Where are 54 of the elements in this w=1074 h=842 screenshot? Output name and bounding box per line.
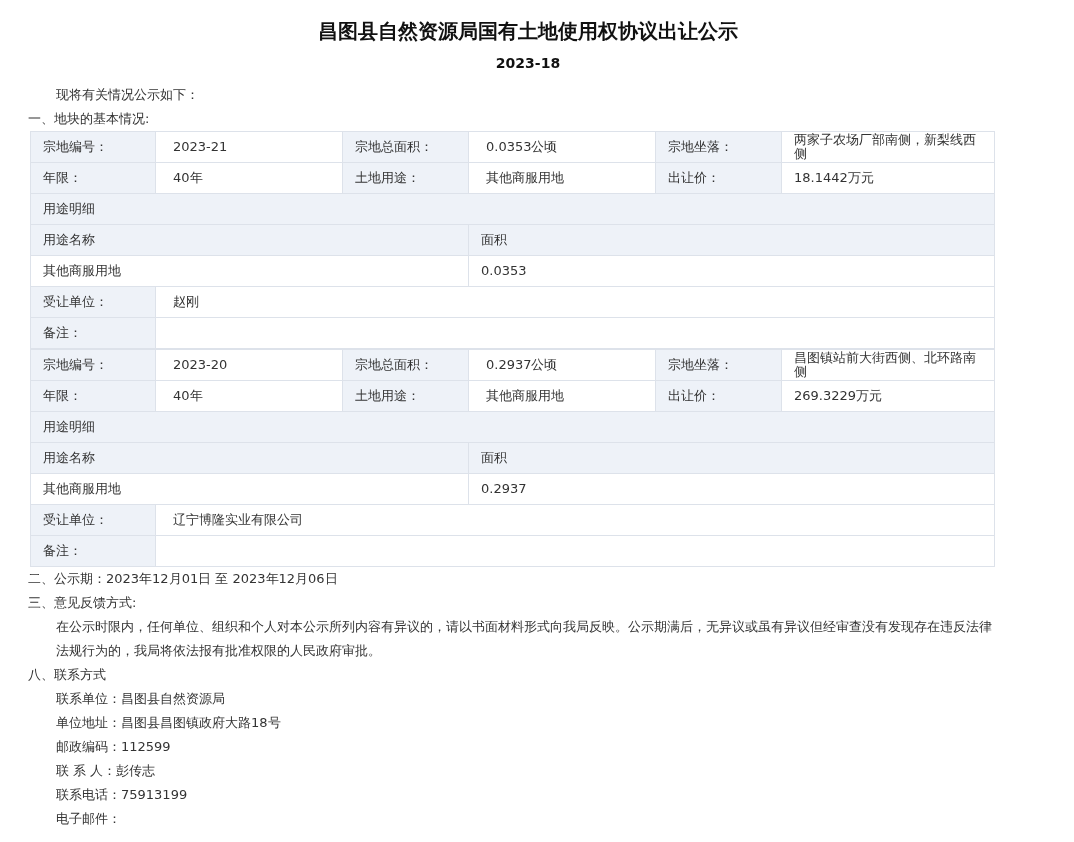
field-label: 土地用途： — [342, 380, 469, 412]
column-header: 面积 — [468, 442, 995, 474]
field-value: 0.0353公顷 — [468, 131, 656, 163]
field-value: 赵刚 — [155, 286, 995, 318]
column-header: 用途名称 — [30, 442, 469, 474]
field-value: 18.1442万元 — [781, 162, 995, 194]
field-value: 40年 — [155, 380, 343, 412]
contact-line: 邮政编码：112599 — [55, 738, 172, 756]
field-label: 受让单位： — [30, 286, 156, 318]
table-cell: 其他商服用地 — [30, 473, 469, 505]
field-label: 受让单位： — [30, 504, 156, 536]
field-label: 备注： — [30, 317, 156, 349]
contact-line: 单位地址：昌图县昌图镇政府大路18号 — [55, 714, 282, 732]
field-label: 宗地总面积： — [342, 349, 469, 381]
document-number: 2023-18 — [494, 54, 562, 73]
field-value: 2023-21 — [155, 131, 343, 163]
section-heading: 三、意见反馈方式: — [28, 594, 138, 612]
field-value: 昌图镇站前大街西侧、北环路南侧 — [781, 349, 995, 381]
column-header: 面积 — [468, 224, 995, 256]
contact-line: 联系电话：75913199 — [55, 786, 189, 804]
field-label: 宗地编号： — [30, 131, 156, 163]
table-cell: 0.2937 — [468, 473, 995, 505]
section-heading: 八、联系方式 — [28, 666, 107, 684]
table-section-heading: 用途明细 — [30, 411, 995, 443]
field-label: 备注： — [30, 535, 156, 567]
field-value: 0.2937公顷 — [468, 349, 656, 381]
table-cell: 其他商服用地 — [30, 255, 469, 287]
field-value: 两家子农场厂部南侧，新梨线西侧 — [781, 131, 995, 163]
field-value: 辽宁博隆实业有限公司 — [155, 504, 995, 536]
field-label: 宗地编号： — [30, 349, 156, 381]
field-value: 2023-20 — [155, 349, 343, 381]
field-label: 宗地坐落： — [655, 131, 782, 163]
field-label: 宗地总面积： — [342, 131, 469, 163]
field-label: 出让价： — [655, 380, 782, 412]
column-header: 用途名称 — [30, 224, 469, 256]
field-label: 出让价： — [655, 162, 782, 194]
feedback-paragraph: 在公示时限内，任何单位、组织和个人对本公示所列内容有异议的，请以书面材料形式向我局反映。公示期满后，无异议或虽有异议但经审查没有发现存在违反法律法规行为的，我局将依法报有批准权限的人民政府审批。 — [55, 618, 993, 660]
field-value: 269.3229万元 — [781, 380, 995, 412]
field-label: 土地用途： — [342, 162, 469, 194]
section-heading: 一、地块的基本情况: — [28, 110, 151, 128]
table-section-heading: 用途明细 — [30, 193, 995, 225]
field-value: 40年 — [155, 162, 343, 194]
contact-line: 电子邮件： — [55, 810, 122, 828]
page-title: 昌图县自然资源局国有土地使用权协议出让公示 — [317, 18, 739, 45]
field-label: 宗地坐落： — [655, 349, 782, 381]
contact-line: 联 系 人：彭传志 — [55, 762, 157, 780]
field-value: 其他商服用地 — [468, 162, 656, 194]
section-heading: 二、公示期：2023年12月01日 至 2023年12月06日 — [28, 570, 339, 588]
field-label: 年限： — [30, 380, 156, 412]
table-cell: 0.0353 — [468, 255, 995, 287]
intro-text: 现将有关情况公示如下： — [55, 86, 200, 104]
field-label: 年限： — [30, 162, 156, 194]
field-value: 其他商服用地 — [468, 380, 656, 412]
contact-line: 联系单位：昌图县自然资源局 — [55, 690, 226, 708]
